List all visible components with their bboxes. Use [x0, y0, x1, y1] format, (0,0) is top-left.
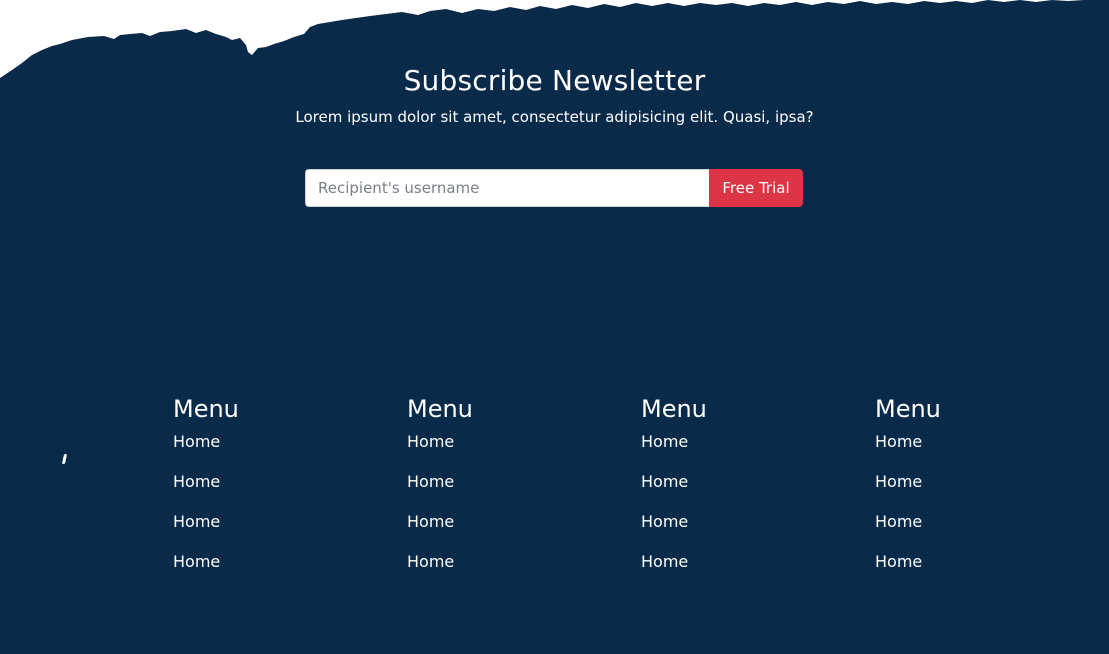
- subscribe-form: Free Trial: [305, 169, 803, 207]
- footer-page: Subscribe Newsletter Lorem ipsum dolor s…: [0, 0, 1109, 654]
- menu-title: Menu: [641, 395, 707, 423]
- menu-link-home[interactable]: Home: [407, 512, 454, 531]
- footer-menu-column-3: Menu Home Home Home Home: [641, 394, 875, 590]
- menu-list-item: Home: [407, 550, 641, 590]
- menu-link-home[interactable]: Home: [641, 432, 688, 451]
- footer-menu-column-1: Menu Home Home Home Home: [173, 394, 407, 590]
- menu-link-home[interactable]: Home: [875, 472, 922, 491]
- menu-title: Menu: [407, 395, 473, 423]
- menu-list: Home Home Home Home: [407, 430, 641, 590]
- footer-menus: Menu Home Home Home Home Menu Home Home …: [173, 394, 1109, 590]
- menu-link-home[interactable]: Home: [641, 472, 688, 491]
- menu-link-home[interactable]: Home: [641, 552, 688, 571]
- menu-list-item: Home: [641, 430, 875, 470]
- menu-link-home[interactable]: Home: [407, 432, 454, 451]
- menu-link-home[interactable]: Home: [641, 512, 688, 531]
- menu-list-item: Home: [875, 430, 1109, 470]
- menu-link-home[interactable]: Home: [173, 432, 220, 451]
- menu-link-home[interactable]: Home: [173, 552, 220, 571]
- menu-list-item: Home: [641, 510, 875, 550]
- menu-list-item: Home: [173, 430, 407, 470]
- menu-list: Home Home Home Home: [641, 430, 875, 590]
- recipient-username-input[interactable]: [305, 169, 709, 207]
- newsletter-title: Subscribe Newsletter: [403, 64, 706, 97]
- menu-list: Home Home Home Home: [173, 430, 407, 590]
- free-trial-button[interactable]: Free Trial: [709, 169, 803, 207]
- newsletter-section: Subscribe Newsletter Lorem ipsum dolor s…: [0, 62, 1109, 128]
- menu-list-item: Home: [407, 430, 641, 470]
- menu-list-item: Home: [875, 550, 1109, 590]
- menu-list-item: Home: [875, 510, 1109, 550]
- menu-link-home[interactable]: Home: [875, 512, 922, 531]
- menu-link-home[interactable]: Home: [875, 432, 922, 451]
- menu-list-item: Home: [407, 470, 641, 510]
- menu-list-item: Home: [173, 550, 407, 590]
- menu-list-item: Home: [173, 510, 407, 550]
- menu-link-home[interactable]: Home: [173, 512, 220, 531]
- menu-list-item: Home: [173, 470, 407, 510]
- menu-list-item: Home: [407, 510, 641, 550]
- menu-link-home[interactable]: Home: [407, 472, 454, 491]
- menu-title: Menu: [173, 395, 239, 423]
- footer-menu-column-4: Menu Home Home Home Home: [875, 394, 1109, 590]
- newsletter-description: Lorem ipsum dolor sit amet, consectetur …: [295, 108, 814, 126]
- menu-link-home[interactable]: Home: [875, 552, 922, 571]
- menu-list-item: Home: [641, 470, 875, 510]
- menu-link-home[interactable]: Home: [173, 472, 220, 491]
- menu-list-item: Home: [641, 550, 875, 590]
- menu-list: Home Home Home Home: [875, 430, 1109, 590]
- menu-list-item: Home: [875, 470, 1109, 510]
- footer-menu-column-2: Menu Home Home Home Home: [407, 394, 641, 590]
- menu-link-home[interactable]: Home: [407, 552, 454, 571]
- menu-title: Menu: [875, 395, 941, 423]
